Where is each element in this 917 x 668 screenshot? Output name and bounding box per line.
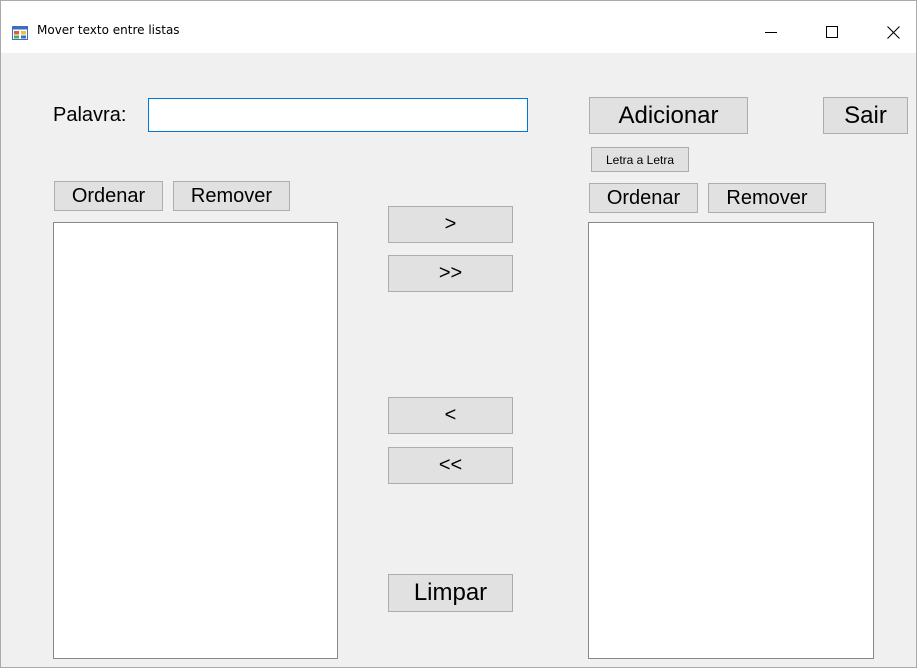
- right-listbox[interactable]: [588, 222, 874, 659]
- window-title: Mover texto entre listas: [37, 23, 180, 37]
- move-all-right-button[interactable]: >>: [388, 255, 513, 292]
- clear-button[interactable]: Limpar: [388, 574, 513, 612]
- title-bar[interactable]: Mover texto entre listas: [1, 1, 916, 53]
- minimize-button[interactable]: [748, 11, 794, 53]
- add-button[interactable]: Adicionar: [589, 97, 748, 134]
- minimize-icon: [765, 32, 777, 33]
- left-listbox[interactable]: [53, 222, 338, 659]
- left-remove-button[interactable]: Remover: [173, 181, 290, 211]
- move-right-button[interactable]: >: [388, 206, 513, 243]
- main-window: Mover texto entre listas Palavra: Adicio…: [0, 0, 917, 668]
- letter-by-letter-button[interactable]: Letra a Letra: [591, 147, 689, 172]
- right-sort-button[interactable]: Ordenar: [589, 183, 698, 213]
- word-input[interactable]: [148, 98, 528, 132]
- exit-button[interactable]: Sair: [823, 97, 908, 134]
- word-label: Palavra:: [53, 104, 127, 126]
- close-icon: [886, 25, 900, 39]
- move-all-left-button[interactable]: <<: [388, 447, 513, 484]
- maximize-icon: [826, 26, 838, 38]
- move-left-button[interactable]: <: [388, 397, 513, 434]
- app-icon: [12, 26, 28, 40]
- left-sort-button[interactable]: Ordenar: [54, 181, 163, 211]
- right-remove-button[interactable]: Remover: [708, 183, 826, 213]
- maximize-button[interactable]: [809, 11, 855, 53]
- close-button[interactable]: [870, 11, 916, 53]
